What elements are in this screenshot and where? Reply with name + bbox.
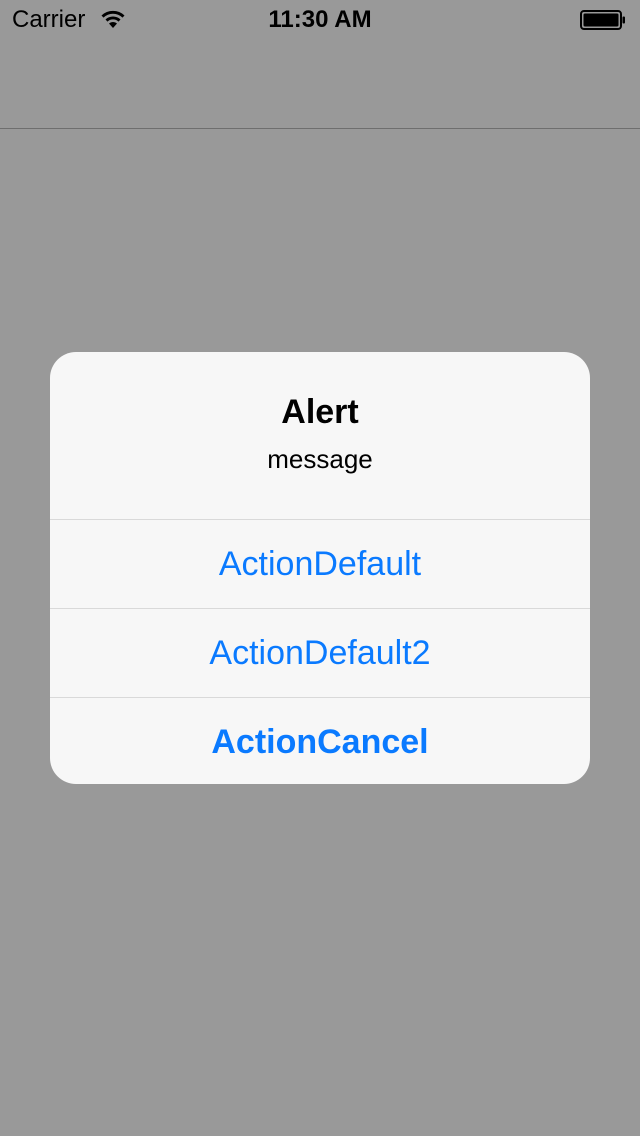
alert-header: Alert message [50,352,590,520]
status-time: 11:30 AM [268,6,372,33]
battery-full-icon [580,10,625,30]
screen: Carrier 11:30 AM Alert message ActionDef… [0,0,640,1136]
alert-dialog: Alert message ActionDefault ActionDefaul… [50,352,590,784]
navigation-bar [0,40,640,129]
action-cancel-button[interactable]: ActionCancel [50,698,590,784]
action-default2-button[interactable]: ActionDefault2 [50,609,590,698]
status-bar: Carrier 11:30 AM [0,0,640,40]
action-default-button[interactable]: ActionDefault [50,520,590,609]
alert-title: Alert [281,393,359,431]
alert-message: message [267,444,373,474]
